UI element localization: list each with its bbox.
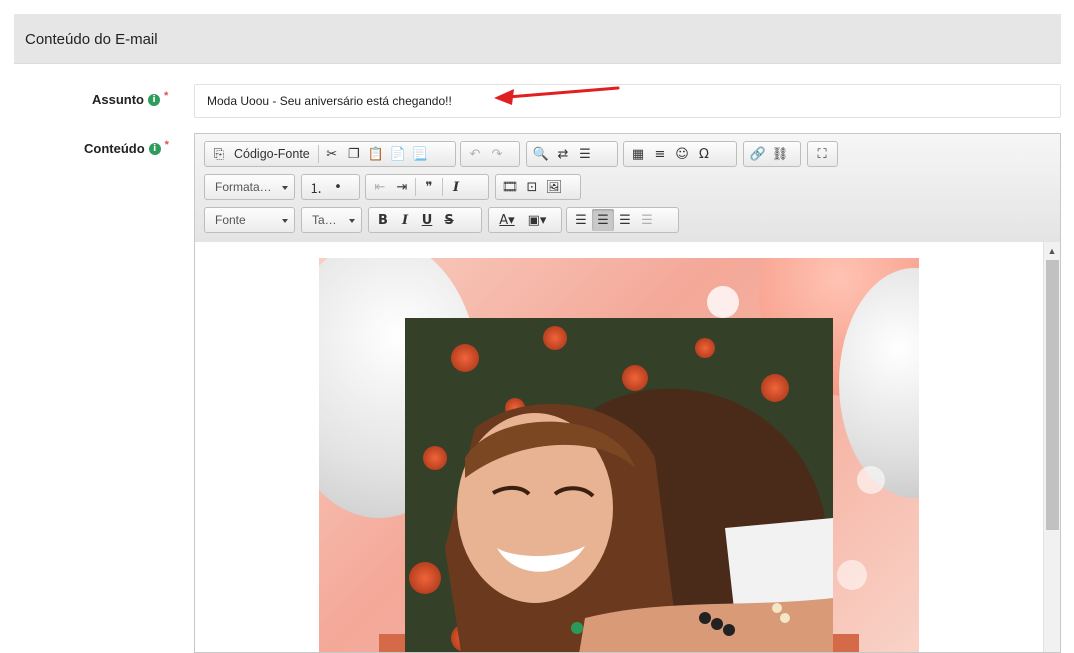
format-dropdown[interactable]: Formata…: [204, 174, 295, 200]
paste-word-icon[interactable]: 📃: [409, 143, 431, 165]
undo-icon[interactable]: ↶: [464, 143, 486, 165]
cut-icon[interactable]: ✂: [321, 143, 343, 165]
search-icon[interactable]: 🔍: [530, 143, 552, 165]
toolbar-group-indent: ⇤ ⇥ ❞ I: [365, 174, 489, 200]
underline-icon[interactable]: U: [416, 209, 438, 231]
maximize-icon[interactable]: ⛶: [811, 143, 833, 165]
replace-icon[interactable]: ⇄: [552, 143, 574, 165]
iframe-icon[interactable]: ⊡: [521, 176, 543, 198]
toolbar-group-document: ⎘ Código-Fonte ✂ ❐ 📋 📄 📃: [204, 141, 456, 167]
special-char-icon[interactable]: Ω: [693, 143, 715, 165]
outdent-icon[interactable]: ⇤: [369, 176, 391, 198]
toolbar-group-lists: ⒈ •: [301, 174, 360, 200]
paste-icon[interactable]: 📋: [365, 143, 387, 165]
smiley-icon[interactable]: ☺: [671, 143, 693, 165]
editor-content-area[interactable]: [195, 242, 1043, 652]
paste-text-icon[interactable]: 📄: [387, 143, 409, 165]
content-label-group: Conteúdo i *: [84, 138, 169, 157]
section-title: Conteúdo do E-mail: [25, 31, 158, 48]
toolbar-group-colors: A▾ ▣▾: [488, 207, 562, 233]
video-icon[interactable]: 🎞: [499, 176, 521, 198]
toolbar-group-basic-styles: B I U S: [368, 207, 482, 233]
bold-icon[interactable]: B: [372, 209, 394, 231]
editor-toolbar: ⎘ Código-Fonte ✂ ❐ 📋 📄 📃 ↶ ↷ 🔍 ⇄ ☰ ▦ ≡ ☺…: [195, 134, 1060, 243]
info-icon[interactable]: i: [148, 142, 161, 155]
indent-icon[interactable]: ⇥: [391, 176, 413, 198]
toolbar-separator: [415, 178, 416, 196]
horizontal-rule-icon[interactable]: ≡: [649, 143, 671, 165]
align-center-icon[interactable]: ☰: [592, 209, 614, 231]
toolbar-group-link: 🔗 ⛓: [743, 141, 801, 167]
text-color-icon[interactable]: A▾: [492, 209, 522, 231]
copy-icon[interactable]: ❐: [343, 143, 365, 165]
subject-label-group: Assunto i *: [92, 89, 169, 108]
toolbar-group-insert: ▦ ≡ ☺ Ω: [623, 141, 737, 167]
strikethrough-icon[interactable]: S: [438, 209, 460, 231]
scroll-up-arrow-icon[interactable]: ▲: [1044, 244, 1060, 258]
chevron-down-icon: [282, 186, 288, 190]
toolbar-group-media: 🎞 ⊡ 🖼: [495, 174, 581, 200]
align-left-icon[interactable]: ☰: [570, 209, 592, 231]
image-icon[interactable]: 🖼: [543, 176, 565, 198]
align-justify-icon[interactable]: ☰: [636, 209, 658, 231]
chevron-down-icon: [349, 219, 355, 223]
chevron-down-icon: [282, 219, 288, 223]
toolbar-group-view: ⛶: [807, 141, 838, 167]
align-right-icon[interactable]: ☰: [614, 209, 636, 231]
size-dropdown-label: Ta…: [312, 213, 337, 227]
source-code-button[interactable]: Código-Fonte: [234, 147, 310, 161]
friends-hug-photo: [405, 318, 833, 652]
size-dropdown[interactable]: Ta…: [301, 207, 362, 233]
toolbar-separator: [442, 178, 443, 196]
bubble-decoration: [857, 466, 885, 494]
link-icon[interactable]: 🔗: [747, 143, 769, 165]
scroll-thumb[interactable]: [1046, 260, 1059, 530]
content-label: Conteúdo: [84, 141, 145, 156]
source-code-icon[interactable]: ⎘: [208, 143, 230, 165]
numbered-list-icon[interactable]: ⒈: [305, 176, 327, 198]
toolbar-group-align: ☰ ☰ ☰ ☰: [566, 207, 679, 233]
select-all-icon[interactable]: ☰: [574, 143, 596, 165]
info-icon[interactable]: i: [148, 93, 160, 106]
required-asterisk: *: [164, 138, 169, 151]
rich-text-editor[interactable]: ⎘ Código-Fonte ✂ ❐ 📋 📄 📃 ↶ ↷ 🔍 ⇄ ☰ ▦ ≡ ☺…: [194, 133, 1061, 653]
unlink-icon[interactable]: ⛓: [769, 143, 791, 165]
blockquote-icon[interactable]: ❞: [418, 176, 440, 198]
background-color-icon[interactable]: ▣▾: [522, 209, 552, 231]
section-header: Conteúdo do E-mail: [14, 14, 1061, 64]
redo-icon[interactable]: ↷: [486, 143, 508, 165]
table-icon[interactable]: ▦: [627, 143, 649, 165]
bubble-decoration: [707, 286, 739, 318]
format-dropdown-label: Formata…: [215, 180, 272, 194]
font-dropdown[interactable]: Fonte: [204, 207, 295, 233]
required-asterisk: *: [164, 89, 169, 102]
toolbar-group-find: 🔍 ⇄ ☰: [526, 141, 618, 167]
font-dropdown-label: Fonte: [215, 213, 246, 227]
remove-format-icon[interactable]: I: [445, 176, 467, 198]
toolbar-group-undo: ↶ ↷: [460, 141, 520, 167]
editor-scrollbar[interactable]: ▲: [1043, 242, 1060, 652]
red-arrow-annotation: [494, 86, 620, 105]
subject-label: Assunto: [92, 92, 144, 107]
bubble-decoration: [837, 560, 867, 590]
toolbar-separator: [317, 145, 319, 163]
birthday-email-image: [319, 258, 919, 652]
bulleted-list-icon[interactable]: •: [327, 176, 349, 198]
italic-icon[interactable]: I: [394, 209, 416, 231]
